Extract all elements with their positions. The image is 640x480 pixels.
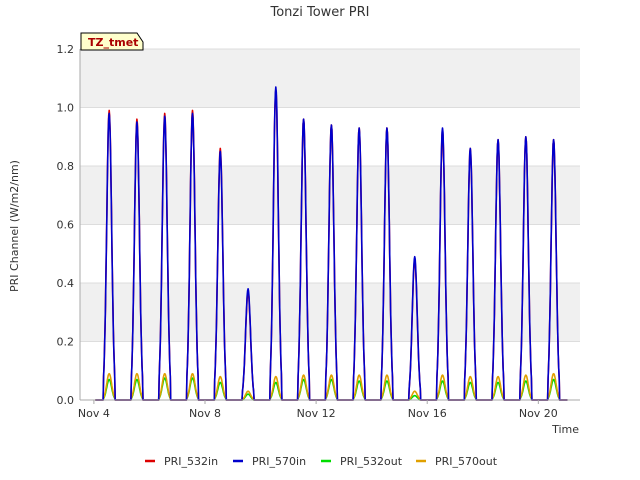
y-tick-label: 1.0: [57, 102, 75, 115]
x-tick-label: Nov 12: [297, 407, 336, 420]
y-tick-label: 0.6: [57, 219, 75, 232]
grid-band: [80, 283, 580, 342]
x-tick-label: Nov 4: [78, 407, 110, 420]
x-tick-label: Nov 8: [189, 407, 221, 420]
station-tag-label: TZ_tmet: [88, 36, 138, 49]
x-axis-label: Time: [551, 423, 579, 436]
x-tick-label: Nov 16: [408, 407, 447, 420]
chart-title: Tonzi Tower PRI: [270, 5, 370, 20]
grid-band: [80, 49, 580, 108]
legend: PRI_532in PRI_570in PRI_532out PRI_570out: [145, 455, 498, 468]
y-tick-label: 1.2: [57, 43, 75, 56]
y-tick-label: 0.4: [57, 277, 75, 290]
y-tick-label: 0.8: [57, 160, 75, 173]
legend-label-pri_570out: PRI_570out: [435, 455, 498, 468]
station-tag: TZ_tmet: [80, 32, 144, 51]
legend-label-pri_570in: PRI_570in: [252, 455, 306, 468]
pri-line-chart: 0.0 0.2 0.4 0.6 0.8 1.0 1.2 Nov 4 Nov 8 Nov 12 Nov…: [8, 5, 580, 468]
legend-label-pri_532in: PRI_532in: [164, 455, 218, 468]
y-axis-label: PRI Channel (W/m2/nm): [8, 160, 21, 292]
x-tick-label: Nov 20: [519, 407, 558, 420]
legend-label-pri_532out: PRI_532out: [340, 455, 403, 468]
y-tick-label: 0.0: [57, 394, 75, 407]
y-tick-label: 0.2: [57, 336, 75, 349]
